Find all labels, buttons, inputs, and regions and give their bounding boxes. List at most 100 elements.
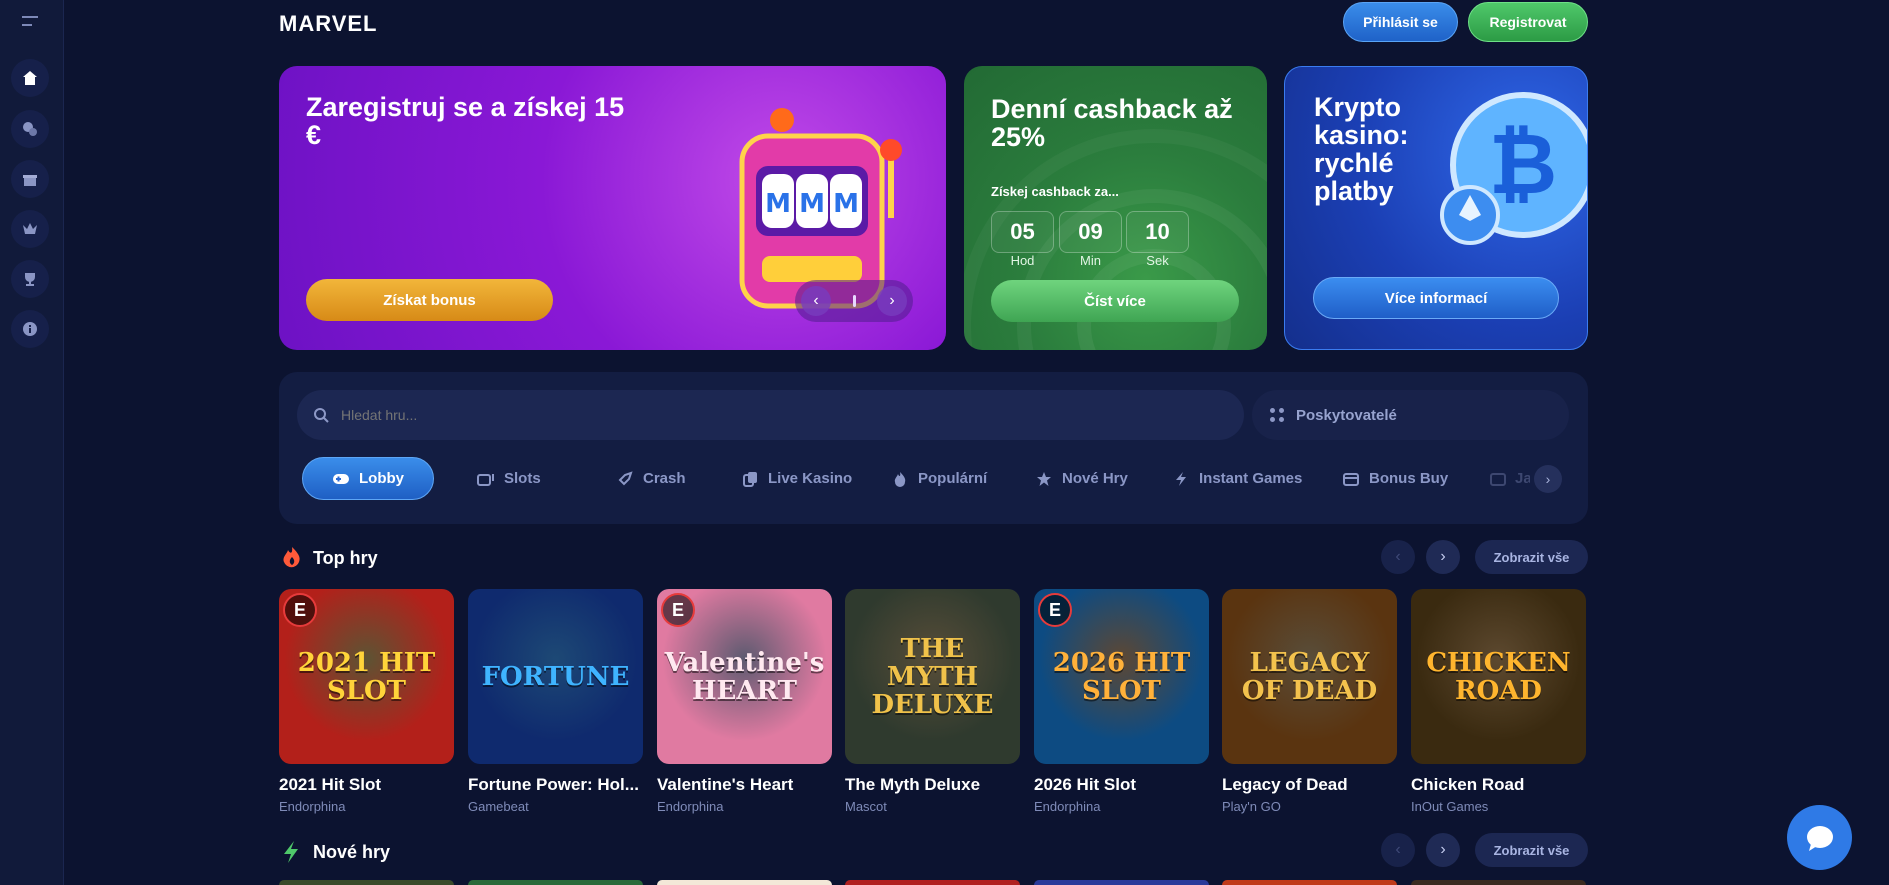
new-game-thumbnail-peek[interactable] <box>1222 880 1397 885</box>
menu-icon[interactable] <box>14 10 46 32</box>
game-title[interactable]: 2021 Hit Slot <box>279 775 457 795</box>
countdown-seconds-label: Sek <box>1146 253 1169 268</box>
brand-logo[interactable]: MARVEL <box>279 11 378 37</box>
tab-live-casino[interactable]: Live Kasino <box>741 457 852 500</box>
search-bar[interactable] <box>297 390 1244 440</box>
tab-label: Crash <box>643 470 686 487</box>
game-card[interactable]: THE MYTH DELUXE The Myth Deluxe Mascot <box>845 589 1020 814</box>
game-thumbnail[interactable]: 2026 HIT SLOT E <box>1034 589 1209 764</box>
game-title[interactable]: Legacy of Dead <box>1222 775 1400 795</box>
game-thumbnail[interactable]: FORTUNE <box>468 589 643 764</box>
game-card[interactable]: 2026 HIT SLOT E 2026 Hit Slot Endorphina <box>1034 589 1209 814</box>
game-provider: Endorphina <box>279 799 346 814</box>
carousel-prev-button[interactable]: ‹ <box>801 286 831 316</box>
game-thumbnail-art: FORTUNE <box>481 661 630 692</box>
game-card[interactable]: FORTUNE Fortune Power: Hol... Gamebeat <box>468 589 643 814</box>
tab-lobby[interactable]: Lobby <box>302 457 434 500</box>
game-card[interactable]: CHICKEN ROAD Chicken Road InOut Games <box>1411 589 1586 814</box>
home-icon[interactable] <box>11 59 49 97</box>
top-games-show-all-button[interactable]: Zobrazit vše <box>1475 540 1588 574</box>
provider-badge-icon: E <box>1038 593 1072 627</box>
tabs-scroll-right-button[interactable]: › <box>1534 465 1562 493</box>
game-title[interactable]: Fortune Power: Hol... <box>468 775 646 795</box>
gift-icon[interactable] <box>11 160 49 198</box>
chat-support-button[interactable] <box>1787 805 1852 870</box>
search-icon <box>314 408 329 423</box>
lightning-icon <box>1172 470 1190 488</box>
game-title[interactable]: Chicken Road <box>1411 775 1589 795</box>
countdown-hours: 05 <box>991 211 1054 253</box>
game-card[interactable]: LEGACY OF DEAD Legacy of Dead Play'n GO <box>1222 589 1397 814</box>
info-icon[interactable] <box>11 310 49 348</box>
cards-icon <box>741 470 759 488</box>
game-thumbnail-art: THE MYTH DELUXE <box>871 633 994 720</box>
countdown-minutes-label: Min <box>1080 253 1101 268</box>
login-button[interactable]: Přihlásit se <box>1343 2 1458 42</box>
jackpot-icon <box>1490 470 1506 488</box>
more-info-button[interactable]: Více informací <box>1313 277 1559 319</box>
game-title[interactable]: The Myth Deluxe <box>845 775 1023 795</box>
casino-chips-icon[interactable] <box>11 110 49 148</box>
tab-jackpot[interactable]: Jac <box>1490 457 1530 500</box>
game-thumbnail[interactable]: LEGACY OF DEAD <box>1222 589 1397 764</box>
lightning-icon <box>284 841 298 863</box>
tab-label: Jac <box>1515 470 1530 487</box>
svg-text:M: M <box>765 189 791 219</box>
search-input[interactable] <box>341 407 941 423</box>
gamepad-icon <box>332 470 350 488</box>
read-more-button[interactable]: Číst více <box>991 280 1239 322</box>
carousel-next-button[interactable]: › <box>877 286 907 316</box>
cashback-banner-title: Denní cashback až 25% <box>991 94 1233 152</box>
new-games-show-all-button[interactable]: Zobrazit vše <box>1475 833 1588 867</box>
banner-carousel-controls: ‹ › <box>795 280 913 322</box>
provider-badge-icon: E <box>283 593 317 627</box>
register-button[interactable]: Registrovat <box>1468 2 1588 42</box>
crypto-banner-title: Krypto kasino: rychlé platby <box>1314 92 1409 206</box>
new-game-thumbnail-peek[interactable] <box>657 880 832 885</box>
top-games-prev-button[interactable]: ‹ <box>1381 540 1415 574</box>
game-thumbnail[interactable]: CHICKEN ROAD <box>1411 589 1586 764</box>
svg-text:₿: ₿ <box>1489 115 1557 213</box>
chat-bubble-icon <box>1806 825 1833 851</box>
tab-instant-games[interactable]: Instant Games <box>1172 457 1302 500</box>
tab-slots[interactable]: Slots <box>477 457 541 500</box>
crypto-casino-banner[interactable]: ₿ Krypto kasino: rychlé platby Více info… <box>1284 66 1588 350</box>
top-games-next-button[interactable]: › <box>1426 540 1460 574</box>
countdown-seconds: 10 <box>1126 211 1189 253</box>
new-game-thumbnail-peek[interactable] <box>845 880 1020 885</box>
new-game-thumbnail-peek[interactable] <box>1034 880 1209 885</box>
game-thumbnail[interactable]: THE MYTH DELUXE <box>845 589 1020 764</box>
tab-new-games[interactable]: Nové Hry <box>1035 457 1128 500</box>
game-card[interactable]: Valentine's HEART E Valentine's Heart Endor… <box>657 589 832 814</box>
new-games-next-button[interactable]: › <box>1426 833 1460 867</box>
carousel-indicator[interactable] <box>852 295 856 307</box>
trophy-icon[interactable] <box>11 260 49 298</box>
game-thumbnail[interactable]: Valentine's HEART E <box>657 589 832 764</box>
rocket-icon <box>616 470 634 488</box>
game-provider: InOut Games <box>1411 799 1489 814</box>
providers-filter-button[interactable]: Poskytovatelé <box>1252 390 1569 440</box>
game-title[interactable]: 2026 Hit Slot <box>1034 775 1212 795</box>
get-bonus-button[interactable]: Získat bonus <box>306 279 553 321</box>
new-game-thumbnail-peek[interactable] <box>468 880 643 885</box>
new-games-title: Nové hry <box>313 841 391 862</box>
game-thumbnail-art: CHICKEN ROAD <box>1426 647 1571 706</box>
fire-icon <box>283 547 300 568</box>
tab-label: Nové Hry <box>1062 470 1128 487</box>
providers-label: Poskytovatelé <box>1296 406 1397 424</box>
game-card[interactable]: 2021 HIT SLOT E 2021 Hit Slot Endorphina <box>279 589 454 814</box>
wallet-icon <box>1342 470 1360 488</box>
game-title[interactable]: Valentine's Heart <box>657 775 835 795</box>
tab-popular[interactable]: Populární <box>891 457 987 500</box>
crown-icon[interactable] <box>11 210 49 248</box>
tab-bonus-buy[interactable]: Bonus Buy <box>1342 457 1448 500</box>
game-thumbnail[interactable]: 2021 HIT SLOT E <box>279 589 454 764</box>
countdown-hours-label: Hod <box>1010 253 1035 268</box>
countdown-minutes: 09 <box>1059 211 1122 253</box>
svg-text:M: M <box>799 189 825 219</box>
game-provider: Play'n GO <box>1222 799 1281 814</box>
new-game-thumbnail-peek[interactable] <box>279 880 454 885</box>
new-game-thumbnail-peek[interactable] <box>1411 880 1586 885</box>
new-games-prev-button[interactable]: ‹ <box>1381 833 1415 867</box>
tab-crash[interactable]: Crash <box>616 457 686 500</box>
